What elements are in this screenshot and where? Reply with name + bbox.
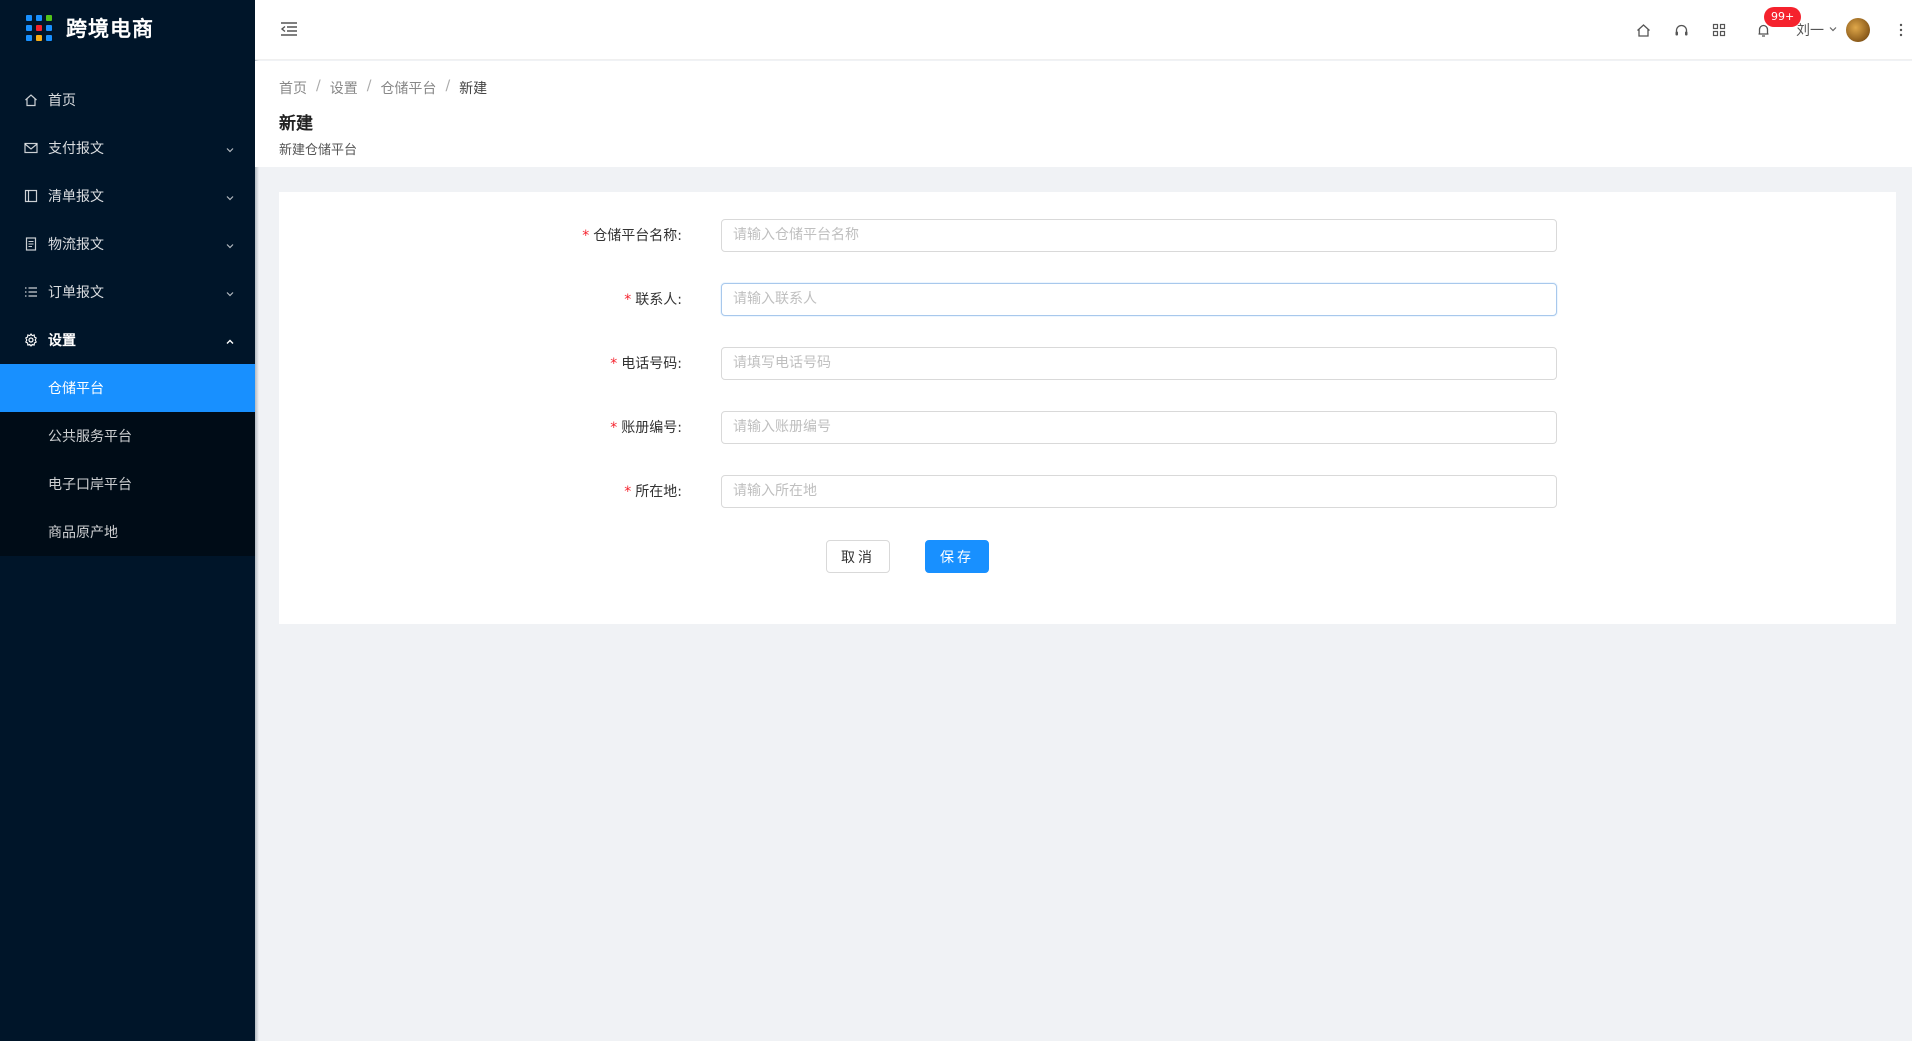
page-subtitle: 新建仓储平台 bbox=[279, 143, 358, 158]
page-header: 首页 / 设置 / 仓储平台 / 新建 新建 新建仓储平台 bbox=[255, 61, 1912, 167]
form-row-location: * 所在地: bbox=[279, 474, 1896, 508]
required-mark: * bbox=[624, 484, 632, 500]
contact-input[interactable] bbox=[721, 282, 1557, 316]
sidebar-item-logistics[interactable]: 物流报文 bbox=[0, 220, 255, 268]
layout-icon bbox=[24, 189, 38, 203]
platform-name-label: * 仓储平台名称: bbox=[582, 228, 682, 244]
sidebar-menu: 首页 支付报文 清单报文 物流报文 订单报文 设置 仓储平台 公共服务平台 电子… bbox=[0, 76, 255, 556]
breadcrumb-separator: / bbox=[316, 78, 321, 94]
location-label: * 所在地: bbox=[624, 484, 682, 500]
sidebar-item-label: 首页 bbox=[48, 93, 76, 109]
chevron-down-icon bbox=[225, 143, 235, 153]
form-row-phone: * 电话号码: bbox=[279, 346, 1896, 380]
sidebar-item-label: 支付报文 bbox=[48, 141, 104, 157]
required-mark: * bbox=[582, 228, 590, 244]
sidebar-item-warehouse-platform[interactable]: 仓储平台 bbox=[0, 364, 255, 412]
required-mark: * bbox=[624, 292, 632, 308]
mail-icon bbox=[24, 141, 38, 155]
form-card: *仓储平台名称: *联系人: *电话号码: *账册编号: *所在地: 取消 保存 bbox=[279, 192, 1896, 624]
breadcrumb-home[interactable]: 首页 bbox=[279, 78, 307, 98]
more-vertical-icon[interactable] bbox=[1892, 0, 1910, 60]
phone-input[interactable] bbox=[721, 346, 1557, 380]
sidebar-item-public-service-platform[interactable]: 公共服务平台 bbox=[0, 412, 255, 460]
sidebar-item-origin-place[interactable]: 商品原产地 bbox=[0, 508, 255, 556]
chevron-down-icon bbox=[225, 239, 235, 249]
save-button[interactable]: 保存 bbox=[925, 540, 989, 573]
top-header: 99+ 刘一 bbox=[255, 0, 1912, 60]
sidebar-item-manifest[interactable]: 清单报文 bbox=[0, 172, 255, 220]
breadcrumb: 首页 / 设置 / 仓储平台 / 新建 bbox=[279, 78, 1912, 98]
breadcrumb-settings[interactable]: 设置 bbox=[330, 78, 358, 98]
sidebar-item-label: 清单报文 bbox=[48, 189, 104, 205]
form-row-platform-name: * 仓储平台名称: bbox=[279, 218, 1896, 252]
list-icon bbox=[24, 285, 38, 299]
chevron-up-icon bbox=[225, 335, 235, 345]
header-actions: 99+ 刘一 bbox=[1624, 0, 1912, 60]
settings-submenu: 仓储平台 公共服务平台 电子口岸平台 商品原产地 bbox=[0, 364, 255, 556]
avatar[interactable] bbox=[1846, 18, 1870, 42]
breadcrumb-current: 新建 bbox=[459, 81, 488, 97]
logo[interactable]: 跨境电商 bbox=[0, 0, 255, 56]
phone-label: * 电话号码: bbox=[610, 356, 682, 372]
breadcrumb-warehouse-platform[interactable]: 仓储平台 bbox=[380, 78, 436, 98]
sidebar: 跨境电商 首页 支付报文 清单报文 物流报文 订单报文 设置 仓储平台 公共服务… bbox=[0, 0, 255, 1041]
apps-icon[interactable] bbox=[1700, 0, 1738, 60]
form-row-account-book: * 账册编号: bbox=[279, 410, 1896, 444]
menu-fold-icon[interactable] bbox=[279, 19, 299, 39]
home-icon bbox=[24, 93, 38, 107]
sidebar-item-label: 设置 bbox=[48, 333, 76, 349]
sidebar-item-label: 物流报文 bbox=[48, 237, 104, 253]
breadcrumb-separator: / bbox=[445, 78, 451, 94]
sidebar-item-e-port-platform[interactable]: 电子口岸平台 bbox=[0, 460, 255, 508]
account-book-label: * 账册编号: bbox=[610, 420, 682, 436]
chevron-down-icon bbox=[1828, 22, 1838, 38]
app-title: 跨境电商 bbox=[66, 17, 154, 41]
account-book-input[interactable] bbox=[721, 410, 1557, 444]
headset-icon[interactable] bbox=[1662, 0, 1700, 60]
location-input[interactable] bbox=[721, 474, 1557, 508]
page-title: 新建 bbox=[279, 114, 313, 134]
chevron-down-icon bbox=[225, 191, 235, 201]
cancel-button[interactable]: 取消 bbox=[826, 540, 890, 573]
home-icon[interactable] bbox=[1624, 0, 1662, 60]
file-icon bbox=[24, 237, 38, 251]
user-name: 刘一 bbox=[1796, 23, 1824, 39]
sidebar-item-orders[interactable]: 订单报文 bbox=[0, 268, 255, 316]
logo-grid-icon bbox=[26, 15, 52, 41]
sidebar-item-label: 订单报文 bbox=[48, 285, 104, 301]
contact-label: * 联系人: bbox=[624, 292, 682, 308]
form-row-contact: * 联系人: bbox=[279, 282, 1896, 316]
bell-icon[interactable]: 99+ bbox=[1744, 0, 1802, 60]
sidebar-item-payment[interactable]: 支付报文 bbox=[0, 124, 255, 172]
user-menu[interactable]: 刘一 bbox=[1796, 18, 1870, 42]
sidebar-item-settings[interactable]: 设置 bbox=[0, 316, 255, 364]
gear-icon bbox=[24, 333, 38, 347]
required-mark: * bbox=[610, 420, 618, 436]
breadcrumb-separator: / bbox=[366, 78, 372, 94]
required-mark: * bbox=[610, 356, 618, 372]
sidebar-item-home[interactable]: 首页 bbox=[0, 76, 255, 124]
notification-badge: 99+ bbox=[1764, 7, 1802, 27]
platform-name-input[interactable] bbox=[721, 218, 1557, 252]
chevron-down-icon bbox=[225, 287, 235, 297]
